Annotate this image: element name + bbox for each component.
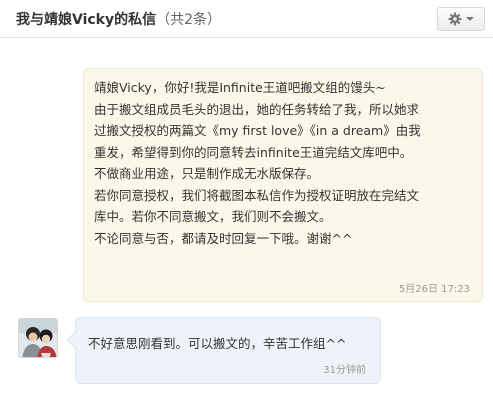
sent-message-timestamp: 5月26日 17:23: [398, 284, 470, 295]
conversation-title: 我与靖娘Vicky的私信: [16, 12, 157, 28]
page-title: 我与靖娘Vicky的私信（共2条）: [16, 9, 221, 29]
bubble-pointer: [66, 331, 84, 349]
message-line: 若你同意授权，我们将截图本私信作为授权证明放在完结文: [94, 187, 420, 203]
message-line: 不论同意与否，都请及时回复一下哦。谢谢^^: [94, 230, 353, 246]
sent-message-text: 靖娘Vicky，你好!我是Infinite王道吧搬文组的馒头~ 由于搬文组成员毛…: [94, 77, 476, 249]
received-message-timestamp: 31分钟前: [323, 365, 366, 376]
message-count: （共2条）: [156, 12, 222, 28]
avatar[interactable]: [18, 318, 58, 358]
message-line: 由于搬文组成员毛头的退出，她的任务转给了我，所以她求: [94, 101, 420, 117]
received-message-bubble: 不好意思刚看到。可以搬文的，辛苦工作组^^ 31分钟前: [66, 317, 381, 384]
gear-icon: [448, 12, 462, 26]
conversation-header: 我与靖娘Vicky的私信（共2条）: [0, 0, 493, 38]
received-message-text: 不好意思刚看到。可以搬文的，辛苦工作组^^: [88, 336, 347, 351]
message-line: 不做商业用途，只是制作成无水版保存。: [94, 166, 320, 181]
message-line: 重发，希望得到你的同意转去infinite王道完结文库吧中。: [94, 144, 413, 160]
message-line: 靖娘Vicky，你好!我是Infinite王道吧搬文组的馒头~: [94, 80, 386, 95]
chevron-down-icon: [466, 16, 474, 22]
message-line: 库中。若你不同意搬文，我们则不会搬文。: [94, 209, 332, 224]
sent-message-bubble: 靖娘Vicky，你好!我是Infinite王道吧搬文组的馒头~ 由于搬文组成员毛…: [83, 68, 483, 302]
message-line: 过搬文授权的两篇文《my first love》《in a dream》由我: [94, 123, 421, 138]
settings-dropdown-button[interactable]: [437, 7, 485, 31]
